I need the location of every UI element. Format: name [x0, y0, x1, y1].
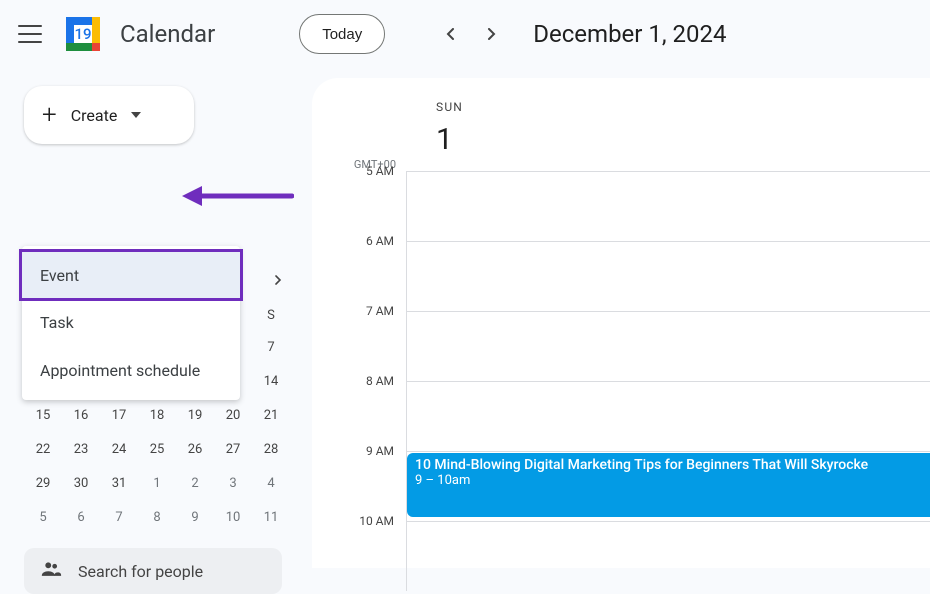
- hour-cell[interactable]: [406, 311, 930, 381]
- hour-cell[interactable]: [406, 241, 930, 311]
- people-icon: [40, 558, 62, 584]
- create-button-label: Create: [71, 106, 118, 125]
- mini-calendar-day[interactable]: 10: [214, 500, 252, 534]
- mini-calendar-day[interactable]: 19: [176, 398, 214, 432]
- create-menu: Event Task Appointment schedule: [22, 246, 240, 400]
- date-nav: [433, 16, 509, 52]
- hour-row[interactable]: 7 AM: [312, 311, 930, 381]
- hamburger-icon[interactable]: [18, 22, 42, 46]
- hour-label: 5 AM: [312, 164, 406, 234]
- create-menu-item-event[interactable]: Event: [19, 249, 243, 301]
- event-title: 10 Mind-Blowing Digital Marketing Tips f…: [415, 457, 922, 473]
- mini-calendar-day[interactable]: 31: [100, 466, 138, 500]
- create-menu-item-task[interactable]: Task: [22, 298, 240, 346]
- mini-calendar-day[interactable]: 4: [252, 466, 290, 500]
- mini-calendar-day[interactable]: 6: [62, 500, 100, 534]
- mini-calendar-day[interactable]: 20: [214, 398, 252, 432]
- current-date-title: December 1, 2024: [533, 20, 726, 48]
- hour-row[interactable]: 8 AM: [312, 381, 930, 451]
- mini-calendar-day[interactable]: 27: [214, 432, 252, 466]
- mini-calendar-dow: S: [252, 300, 290, 330]
- mini-calendar-day[interactable]: 21: [252, 398, 290, 432]
- hour-label: 7 AM: [312, 304, 406, 374]
- mini-calendar-day[interactable]: 5: [24, 500, 62, 534]
- mini-calendar-day[interactable]: 16: [62, 398, 100, 432]
- mini-calendar-day[interactable]: 23: [62, 432, 100, 466]
- hour-row[interactable]: 10 AM: [312, 521, 930, 591]
- today-button[interactable]: Today: [299, 14, 385, 54]
- menu-item-label: Task: [40, 313, 74, 332]
- hour-cell[interactable]: [406, 521, 930, 591]
- day-header: GMT+00 SUN 1: [312, 78, 930, 171]
- mini-calendar-day[interactable]: 25: [138, 432, 176, 466]
- annotation-arrow: [180, 176, 294, 216]
- day-of-week-label: SUN: [436, 100, 463, 114]
- mini-calendar-day[interactable]: 1: [138, 466, 176, 500]
- mini-calendar-day[interactable]: 2: [176, 466, 214, 500]
- mini-calendar-day[interactable]: 8: [138, 500, 176, 534]
- mini-calendar-day[interactable]: 15: [24, 398, 62, 432]
- mini-calendar-day[interactable]: 7: [252, 330, 290, 364]
- mini-calendar-day[interactable]: 28: [252, 432, 290, 466]
- menu-item-label: Appointment schedule: [40, 361, 200, 380]
- search-people-field[interactable]: Search for people: [24, 548, 282, 594]
- hour-row[interactable]: 5 AM: [312, 171, 930, 241]
- event-time: 9 – 10am: [415, 473, 922, 488]
- mini-calendar-day[interactable]: 24: [100, 432, 138, 466]
- prev-period-button[interactable]: [433, 16, 469, 52]
- app-title: Calendar: [120, 20, 215, 48]
- hour-row[interactable]: 6 AM: [312, 241, 930, 311]
- mini-calendar-day[interactable]: 30: [62, 466, 100, 500]
- header-bar: 19 Calendar Today December 1, 2024: [0, 0, 930, 68]
- mini-calendar-day[interactable]: 7: [100, 500, 138, 534]
- search-people-placeholder: Search for people: [78, 562, 203, 581]
- hour-label: 6 AM: [312, 234, 406, 304]
- menu-item-label: Event: [40, 266, 79, 285]
- hour-label: 8 AM: [312, 374, 406, 444]
- mini-calendar-next[interactable]: [266, 268, 290, 292]
- mini-calendar-day[interactable]: 26: [176, 432, 214, 466]
- day-number[interactable]: 1: [436, 122, 453, 157]
- chevron-down-icon: [131, 112, 141, 118]
- mini-calendar-day[interactable]: 11: [252, 500, 290, 534]
- mini-calendar-day[interactable]: 14: [252, 364, 290, 398]
- hour-label: 10 AM: [312, 514, 406, 584]
- mini-calendar-day[interactable]: 17: [100, 398, 138, 432]
- mini-calendar-day[interactable]: 3: [214, 466, 252, 500]
- hour-label: 9 AM: [312, 444, 406, 514]
- sidebar: + Create Event Task Appointment schedule…: [0, 68, 296, 594]
- logo-day-number: 19: [74, 25, 92, 43]
- day-view: GMT+00 SUN 1 5 AM6 AM7 AM8 AM9 AM10 AM 1…: [312, 78, 930, 568]
- create-menu-item-appointment[interactable]: Appointment schedule: [22, 346, 240, 394]
- mini-calendar-day[interactable]: 29: [24, 466, 62, 500]
- hour-grid[interactable]: 5 AM6 AM7 AM8 AM9 AM10 AM 10 Mind-Blowin…: [312, 171, 930, 591]
- calendar-event[interactable]: 10 Mind-Blowing Digital Marketing Tips f…: [407, 453, 930, 517]
- mini-calendar-day[interactable]: 9: [176, 500, 214, 534]
- mini-calendar-day[interactable]: 18: [138, 398, 176, 432]
- hour-cell[interactable]: [406, 171, 930, 241]
- hour-cell[interactable]: [406, 381, 930, 451]
- calendar-logo: 19: [62, 13, 104, 55]
- next-period-button[interactable]: [473, 16, 509, 52]
- mini-calendar-day[interactable]: 22: [24, 432, 62, 466]
- create-button[interactable]: + Create: [24, 86, 194, 144]
